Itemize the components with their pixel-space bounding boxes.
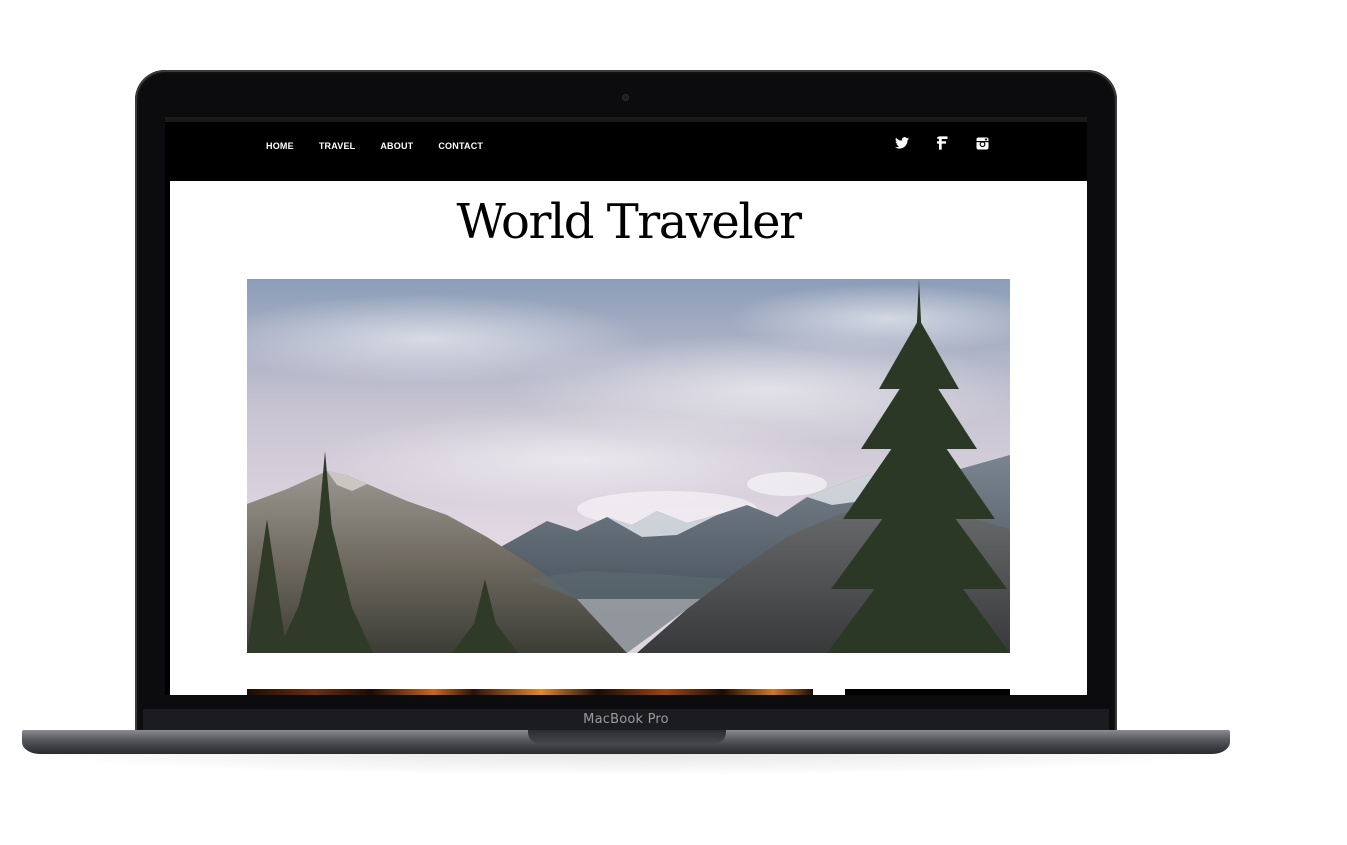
laptop-notch xyxy=(528,730,726,744)
nav-travel-link[interactable]: TRAVEL xyxy=(319,140,356,152)
hero-image[interactable] xyxy=(247,279,1010,653)
instagram-icon[interactable] xyxy=(975,136,989,150)
twitter-icon[interactable] xyxy=(895,136,909,150)
nav-contact-link[interactable]: CONTACT xyxy=(438,140,483,152)
post-thumbnail-image[interactable] xyxy=(247,689,813,695)
social-links xyxy=(895,136,989,150)
camera-icon xyxy=(622,94,629,101)
laptop-screen: HOME TRAVEL ABOUT CONTACT World Traveler xyxy=(165,117,1087,695)
laptop-shadow xyxy=(40,752,1212,774)
website-page: HOME TRAVEL ABOUT CONTACT World Traveler xyxy=(170,122,1087,695)
nav-home-link[interactable]: HOME xyxy=(266,140,294,152)
facebook-icon[interactable] xyxy=(935,136,949,150)
main-nav: HOME TRAVEL ABOUT CONTACT xyxy=(266,140,508,152)
mountain-landscape-image xyxy=(247,279,1010,653)
site-title: World Traveler xyxy=(456,194,802,250)
post-thumbnail-image[interactable] xyxy=(845,689,1010,695)
device-brand-label: MacBook Pro xyxy=(583,712,669,727)
site-navbar: HOME TRAVEL ABOUT CONTACT xyxy=(170,122,1087,181)
stage: HOME TRAVEL ABOUT CONTACT World Traveler… xyxy=(0,0,1347,845)
nav-about-link[interactable]: ABOUT xyxy=(380,140,413,152)
